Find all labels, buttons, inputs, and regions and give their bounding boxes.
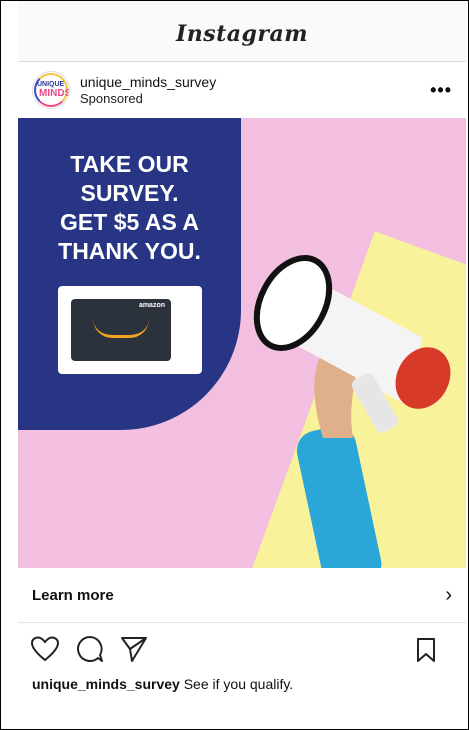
bookmark-icon[interactable] bbox=[416, 637, 436, 663]
post-caption: unique_minds_survey See if you qualify. bbox=[18, 675, 466, 693]
ad-headline-line-3: GET $5 AS A bbox=[60, 209, 199, 235]
post-header: UNIQUE MINDS unique_minds_survey Sponsor… bbox=[18, 62, 466, 118]
share-icon[interactable] bbox=[120, 635, 148, 663]
ad-headline-line-1: TAKE OUR bbox=[70, 151, 189, 177]
sponsored-label: Sponsored bbox=[80, 90, 143, 106]
ad-headline-line-4: THANK YOU. bbox=[58, 238, 201, 264]
instagram-wordmark: Instagram bbox=[175, 21, 309, 47]
ad-image[interactable]: TAKE OUR SURVEY. GET $5 AS A THANK YOU. … bbox=[18, 118, 466, 568]
post-actions bbox=[18, 623, 466, 675]
chevron-right-icon: › bbox=[445, 583, 452, 606]
avatar[interactable]: UNIQUE MINDS bbox=[32, 71, 70, 109]
avatar-logo-text-top: UNIQUE bbox=[37, 81, 65, 88]
avatar-logo-text-bottom: MINDS bbox=[39, 88, 70, 99]
phone-frame: Instagram UNIQUE MINDS unique_minds_surv… bbox=[0, 0, 469, 730]
app-header: Instagram bbox=[18, 1, 466, 62]
amazon-smile-icon bbox=[93, 319, 149, 338]
post-author-info: unique_minds_survey Sponsored bbox=[80, 74, 216, 106]
megaphone-icon bbox=[253, 255, 451, 568]
instagram-feed: Instagram UNIQUE MINDS unique_minds_surv… bbox=[18, 1, 466, 729]
post-username[interactable]: unique_minds_survey bbox=[80, 74, 216, 91]
more-options-icon[interactable]: ••• bbox=[430, 80, 452, 101]
amazon-gift-card: amazon bbox=[71, 299, 171, 361]
caption-username[interactable]: unique_minds_survey bbox=[32, 676, 180, 692]
ad-headline: TAKE OUR SURVEY. GET $5 AS A THANK YOU. bbox=[18, 150, 241, 266]
comment-icon[interactable] bbox=[76, 635, 104, 663]
gift-card-brand: amazon bbox=[138, 302, 165, 309]
learn-more-button[interactable]: Learn more › bbox=[18, 568, 466, 623]
heart-icon[interactable] bbox=[30, 636, 60, 662]
learn-more-label: Learn more bbox=[32, 586, 114, 604]
ad-headline-line-2: SURVEY. bbox=[80, 180, 179, 206]
caption-text: See if you qualify. bbox=[183, 676, 294, 692]
